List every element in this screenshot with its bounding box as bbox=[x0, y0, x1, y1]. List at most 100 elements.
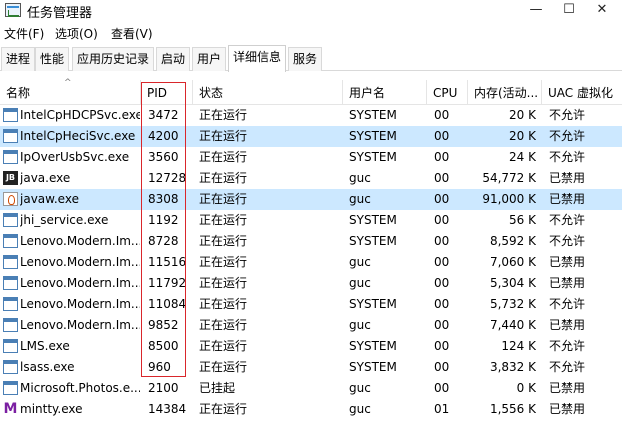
column-memory[interactable]: 内存(活动... bbox=[468, 80, 542, 105]
table-row[interactable]: IpOverUsbSvc.exe 3560 正在运行 SYSTEM 00 24 K 不允许 bbox=[0, 147, 622, 168]
tab-processes[interactable]: 进程 bbox=[1, 47, 36, 71]
process-memory: 5,304 K bbox=[489, 276, 536, 290]
table-row[interactable]: Mmintty.exe 14384 正在运行 guc 01 1,556 K 已禁用 bbox=[0, 399, 622, 420]
process-uac: 不允许 bbox=[549, 339, 586, 353]
process-memory: 7,440 K bbox=[489, 318, 536, 332]
table-row[interactable]: IntelCpHeciSvc.exe 4200 正在运行 SYSTEM 00 20 K 不允… bbox=[0, 126, 622, 147]
process-user: guc bbox=[349, 318, 371, 332]
process-cpu: 01 bbox=[434, 402, 450, 416]
process-memory: 56 K bbox=[509, 213, 536, 227]
process-user: guc bbox=[349, 192, 371, 206]
process-memory: 8,592 K bbox=[489, 234, 536, 248]
process-pid: 1192 bbox=[148, 213, 179, 227]
table-row[interactable]: Microsoft.Photos.e... 2100 已挂起 guc 00 0 K 已禁用 bbox=[0, 378, 622, 399]
process-name: mintty.exe bbox=[20, 402, 83, 416]
process-user: SYSTEM bbox=[349, 234, 397, 248]
process-memory: 54,772 K bbox=[482, 171, 536, 185]
table-row[interactable]: Lenovo.Modern.Im... 11792 正在运行 guc 00 5,304 K… bbox=[0, 273, 622, 294]
process-pid: 8308 bbox=[148, 192, 179, 206]
title-bar: 任务管理器 — ☐ ✕ bbox=[0, 0, 622, 22]
process-name: javaw.exe bbox=[20, 192, 79, 206]
task-manager-icon bbox=[5, 3, 21, 17]
process-uac: 已禁用 bbox=[549, 381, 586, 395]
process-status: 正在运行 bbox=[199, 234, 248, 248]
column-user[interactable]: 用户名 bbox=[343, 80, 427, 105]
process-name: jhi_service.exe bbox=[20, 213, 109, 227]
process-cpu: 00 bbox=[434, 339, 450, 353]
maximize-button[interactable]: ☐ bbox=[553, 0, 585, 22]
process-memory: 7,060 K bbox=[489, 255, 536, 269]
window-icon bbox=[3, 234, 18, 248]
column-cpu[interactable]: CPU bbox=[427, 80, 468, 105]
process-name: IntelCpHDCPSvc.exe bbox=[20, 108, 140, 122]
tab-details[interactable]: 详细信息 bbox=[228, 45, 287, 72]
process-cpu: 00 bbox=[434, 360, 450, 374]
process-uac: 已禁用 bbox=[549, 171, 586, 185]
process-user: guc bbox=[349, 381, 371, 395]
process-uac: 已禁用 bbox=[549, 276, 586, 290]
menu-file[interactable]: 文件(F) bbox=[4, 25, 44, 42]
process-uac: 不允许 bbox=[549, 297, 586, 311]
process-name: IntelCpHeciSvc.exe bbox=[20, 129, 136, 143]
process-pid: 2100 bbox=[148, 381, 179, 395]
process-cpu: 00 bbox=[434, 171, 450, 185]
menu-view[interactable]: 查看(V) bbox=[111, 25, 153, 42]
table-row[interactable]: Lenovo.Modern.Im... 9852 正在运行 guc 00 7,440 K 已… bbox=[0, 315, 622, 336]
tab-startup[interactable]: 启动 bbox=[156, 47, 191, 71]
column-pid[interactable]: PID bbox=[141, 80, 193, 105]
table-row[interactable]: Lenovo.Modern.Im... 8728 正在运行 SYSTEM 00 8,592… bbox=[0, 231, 622, 252]
process-cpu: 00 bbox=[434, 318, 450, 332]
process-name: Lenovo.Modern.Im... bbox=[20, 318, 140, 332]
process-cpu: 00 bbox=[434, 192, 450, 206]
table-row[interactable]: IntelCpHDCPSvc.exe 3472 正在运行 SYSTEM 00 20 K 不允… bbox=[0, 105, 622, 126]
process-pid: 11084 bbox=[148, 297, 187, 311]
menu-options[interactable]: 选项(O) bbox=[55, 25, 98, 42]
column-name[interactable]: 名称 bbox=[0, 80, 141, 105]
process-name: java.exe bbox=[20, 171, 71, 185]
process-cpu: 00 bbox=[434, 213, 450, 227]
tab-performance[interactable]: 性能 bbox=[35, 47, 70, 71]
table-row[interactable]: javaw.exe 8308 正在运行 guc 00 91,000 K 已禁用 bbox=[0, 189, 622, 210]
column-header: 名称 PID 状态 用户名 CPU 内存(活动... UAC 虚拟化 bbox=[0, 80, 622, 105]
table-row[interactable]: lsass.exe 960 正在运行 SYSTEM 00 3,832 K 不允许 bbox=[0, 357, 622, 378]
tab-users[interactable]: 用户 bbox=[192, 47, 227, 71]
process-status: 正在运行 bbox=[199, 192, 248, 206]
process-status: 正在运行 bbox=[199, 339, 248, 353]
process-cpu: 00 bbox=[434, 150, 450, 164]
process-name: Lenovo.Modern.Im... bbox=[20, 276, 140, 290]
process-pid: 8500 bbox=[148, 339, 179, 353]
process-pid: 9852 bbox=[148, 318, 179, 332]
process-pid: 12728 bbox=[148, 171, 187, 185]
table-row[interactable]: Lenovo.Modern.Im... 11084 正在运行 SYSTEM 00 5,73… bbox=[0, 294, 622, 315]
process-status: 正在运行 bbox=[199, 150, 248, 164]
process-status: 正在运行 bbox=[199, 402, 248, 416]
table-row[interactable]: LMS.exe 8500 正在运行 SYSTEM 00 124 K 不允许 bbox=[0, 336, 622, 357]
column-status[interactable]: 状态 bbox=[193, 80, 343, 105]
column-uac[interactable]: UAC 虚拟化 bbox=[542, 80, 622, 105]
process-user: guc bbox=[349, 171, 371, 185]
window-icon bbox=[3, 318, 18, 332]
process-cpu: 00 bbox=[434, 381, 450, 395]
table-row[interactable]: JB java.exe 12728 正在运行 guc 00 54,772 K 已禁用 bbox=[0, 168, 622, 189]
close-button[interactable]: ✕ bbox=[586, 0, 618, 22]
window-icon bbox=[3, 381, 18, 395]
tab-services[interactable]: 服务 bbox=[288, 47, 323, 71]
process-uac: 不允许 bbox=[549, 360, 586, 374]
table-row[interactable]: jhi_service.exe 1192 正在运行 SYSTEM 00 56 K 不允许 bbox=[0, 210, 622, 231]
process-status: 正在运行 bbox=[199, 171, 248, 185]
process-status: 正在运行 bbox=[199, 108, 248, 122]
process-pid: 3560 bbox=[148, 150, 179, 164]
process-status: 正在运行 bbox=[199, 318, 248, 332]
process-name: LMS.exe bbox=[20, 339, 70, 353]
process-cpu: 00 bbox=[434, 129, 450, 143]
table-row[interactable]: Lenovo.Modern.Im... 11516 正在运行 guc 00 7,060 K… bbox=[0, 252, 622, 273]
window-icon bbox=[3, 360, 18, 374]
minimize-button[interactable]: — bbox=[520, 0, 552, 22]
process-cpu: 00 bbox=[434, 234, 450, 248]
tab-app-history[interactable]: 应用历史记录 bbox=[72, 47, 155, 71]
process-memory: 20 K bbox=[509, 108, 536, 122]
process-status: 正在运行 bbox=[199, 255, 248, 269]
process-name: IpOverUsbSvc.exe bbox=[20, 150, 130, 164]
process-memory: 24 K bbox=[509, 150, 536, 164]
process-user: SYSTEM bbox=[349, 339, 397, 353]
